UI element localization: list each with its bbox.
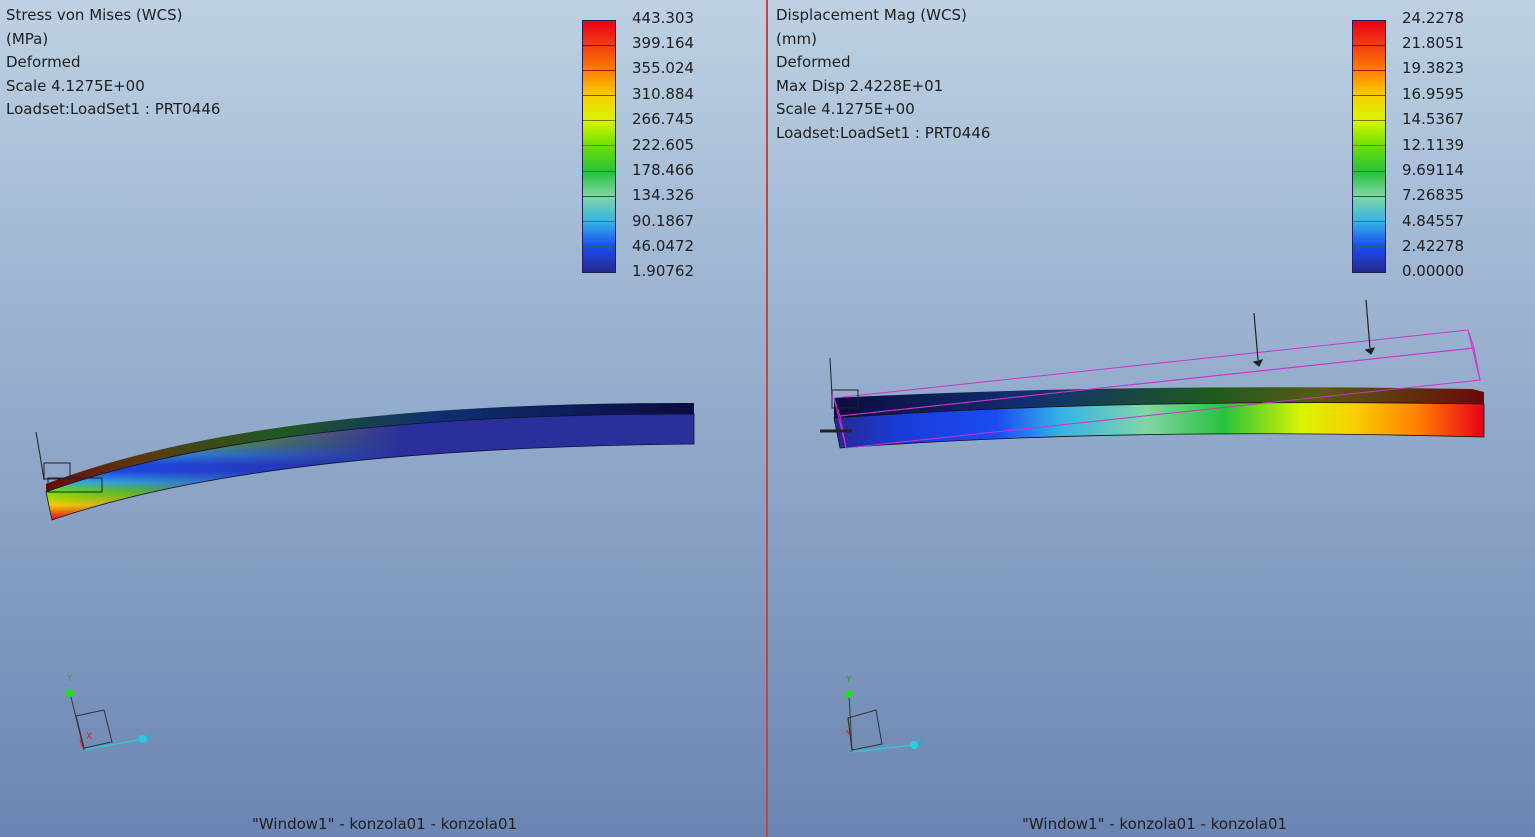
coordinate-triad: Y Z X xyxy=(66,674,153,751)
triad-z-label: Z xyxy=(147,732,153,742)
displacement-viewport[interactable]: Displacement Mag (WCS) (mm) Deformed Max… xyxy=(768,0,1535,837)
triad-z-label: Z xyxy=(918,738,924,748)
load-arrow-icon xyxy=(1252,299,1376,367)
triad-y-label: Y xyxy=(845,675,852,685)
coordinate-triad: Y Z xyxy=(845,675,924,753)
window-footer-label: "Window1" - konzola01 - konzola01 xyxy=(1022,815,1288,833)
stress-deformed-beam xyxy=(45,402,695,521)
triad-x-label: X xyxy=(86,732,92,742)
displacement-model-scene[interactable]: Y Z xyxy=(768,0,1535,837)
stress-model-scene[interactable]: Y Z X xyxy=(0,0,766,837)
window-footer-label: "Window1" - konzola01 - konzola01 xyxy=(252,815,518,833)
triad-y-label: Y xyxy=(66,674,73,684)
stress-viewport[interactable]: Stress von Mises (WCS) (MPa) Deformed Sc… xyxy=(0,0,766,837)
